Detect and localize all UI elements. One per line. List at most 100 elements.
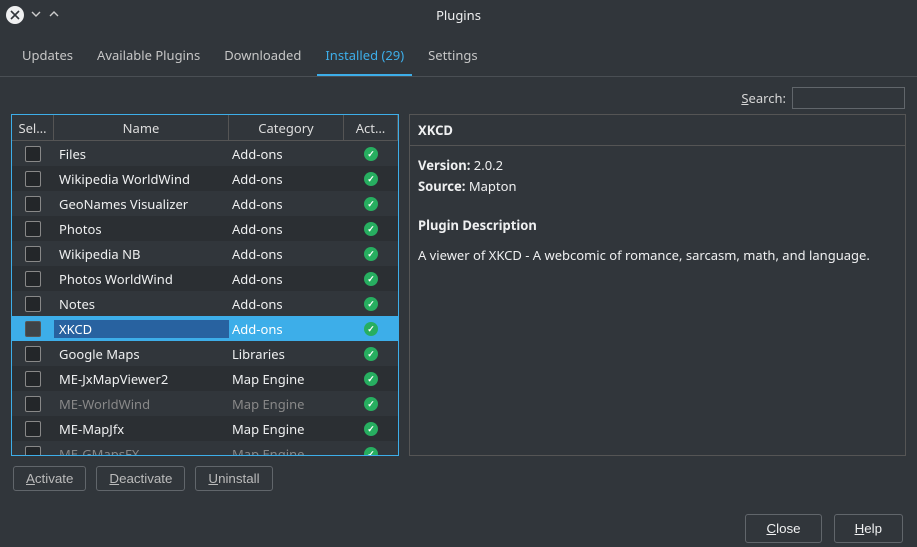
row-checkbox[interactable] (25, 196, 41, 212)
search-row: Search: (0, 77, 917, 114)
row-name: Notes (54, 295, 229, 313)
row-checkbox[interactable] (25, 446, 41, 456)
plugin-table: Sel… Name Category Act… FilesAdd-ons✓Wik… (11, 114, 399, 456)
row-name: Files (54, 145, 229, 163)
tab-downloaded[interactable]: Downloaded (216, 38, 309, 76)
window-close-icon[interactable] (6, 6, 24, 24)
active-status-icon: ✓ (364, 297, 378, 311)
active-status-icon: ✓ (364, 397, 378, 411)
row-name: Photos WorldWind (54, 270, 229, 288)
activate-button[interactable]: Activate (13, 466, 86, 491)
row-checkbox[interactable] (25, 171, 41, 187)
window-title: Plugins (0, 6, 917, 24)
version-value: 2.0.2 (474, 156, 503, 174)
row-name: ME-JxMapViewer2 (54, 370, 229, 388)
row-category: Add-ons (229, 320, 344, 338)
row-category: Add-ons (229, 295, 344, 313)
row-name: ME-MapJfx (54, 420, 229, 438)
table-row[interactable]: Photos WorldWindAdd-ons ✓ (12, 266, 398, 291)
col-category[interactable]: Category (229, 115, 344, 140)
row-category: Add-ons (229, 195, 344, 213)
table-row[interactable]: ME-WorldWindMap Engine ✓ (12, 391, 398, 416)
row-name: GeoNames Visualizer (54, 195, 229, 213)
row-category: Libraries (229, 345, 344, 363)
row-checkbox[interactable] (25, 296, 41, 312)
row-category: Add-ons (229, 220, 344, 238)
table-header: Sel… Name Category Act… (12, 115, 398, 141)
active-status-icon: ✓ (364, 147, 378, 161)
search-input[interactable] (792, 87, 905, 109)
active-status-icon: ✓ (364, 197, 378, 211)
table-row[interactable]: NotesAdd-ons ✓ (12, 291, 398, 316)
row-checkbox[interactable] (25, 246, 41, 262)
row-checkbox[interactable] (25, 421, 41, 437)
row-category: Map Engine (229, 370, 344, 388)
table-row[interactable]: Wikipedia WorldWindAdd-ons ✓ (12, 166, 398, 191)
chevron-up-icon[interactable] (48, 6, 60, 25)
deactivate-button[interactable]: Deactivate (96, 466, 185, 491)
active-status-icon: ✓ (364, 372, 378, 386)
row-category: Add-ons (229, 270, 344, 288)
row-checkbox[interactable] (25, 146, 41, 162)
titlebar: Plugins (0, 0, 917, 30)
table-row[interactable]: PhotosAdd-ons ✓ (12, 216, 398, 241)
tab-updates[interactable]: Updates (14, 38, 81, 76)
row-category: Map Engine (229, 420, 344, 438)
tabs: Updates Available Plugins Downloaded Ins… (0, 30, 917, 77)
row-name: Photos (54, 220, 229, 238)
table-row[interactable]: Wikipedia NBAdd-ons ✓ (12, 241, 398, 266)
active-status-icon: ✓ (364, 422, 378, 436)
row-category: Map Engine (229, 395, 344, 413)
row-name: Google Maps (54, 345, 229, 363)
active-status-icon: ✓ (364, 347, 378, 361)
table-body[interactable]: FilesAdd-ons✓Wikipedia WorldWindAdd-ons✓… (12, 141, 398, 455)
row-checkbox[interactable] (25, 396, 41, 412)
table-row[interactable]: FilesAdd-ons ✓ (12, 141, 398, 166)
row-checkbox[interactable] (25, 371, 41, 387)
tab-available[interactable]: Available Plugins (89, 38, 208, 76)
active-status-icon: ✓ (364, 447, 378, 456)
help-button[interactable]: Help (834, 514, 903, 543)
table-row[interactable]: ME-MapJfxMap Engine ✓ (12, 416, 398, 441)
chevron-down-icon[interactable] (30, 6, 42, 25)
col-select[interactable]: Sel… (12, 115, 54, 140)
col-name[interactable]: Name (54, 115, 229, 140)
source-value: Mapton (469, 177, 517, 195)
row-checkbox[interactable] (25, 346, 41, 362)
row-checkbox[interactable] (25, 271, 41, 287)
active-status-icon: ✓ (364, 172, 378, 186)
footer: Close Help (0, 506, 917, 543)
row-name: Wikipedia NB (54, 245, 229, 263)
row-name: XKCD (54, 320, 229, 338)
table-row[interactable]: ME-JxMapViewer2Map Engine ✓ (12, 366, 398, 391)
table-row[interactable]: GeoNames VisualizerAdd-ons ✓ (12, 191, 398, 216)
row-category: Map Engine (229, 445, 344, 456)
details-title: XKCD (410, 115, 905, 146)
row-category: Add-ons (229, 145, 344, 163)
uninstall-button[interactable]: Uninstall (195, 466, 272, 491)
row-name: ME-WorldWind (54, 395, 229, 413)
active-status-icon: ✓ (364, 222, 378, 236)
row-category: Add-ons (229, 170, 344, 188)
active-status-icon: ✓ (364, 272, 378, 286)
details-panel: XKCD Version: 2.0.2 Source: Mapton Plugi… (409, 114, 906, 456)
row-name: Wikipedia WorldWind (54, 170, 229, 188)
row-name: ME-GMapsFX (54, 445, 229, 456)
table-row[interactable]: ME-GMapsFXMap Engine ✓ (12, 441, 398, 455)
row-category: Add-ons (229, 245, 344, 263)
active-status-icon: ✓ (364, 247, 378, 261)
desc-heading: Plugin Description (418, 216, 897, 236)
close-button[interactable]: Close (745, 514, 821, 543)
tab-settings[interactable]: Settings (420, 38, 485, 76)
col-active[interactable]: Act… (344, 115, 398, 140)
table-row[interactable]: XKCDAdd-ons ✓ (12, 316, 398, 341)
tab-installed[interactable]: Installed (29) (317, 38, 412, 76)
search-label: Search: (741, 89, 786, 107)
source-label: Source: (418, 177, 465, 195)
active-status-icon: ✓ (364, 322, 378, 336)
row-checkbox[interactable] (25, 321, 41, 337)
row-checkbox[interactable] (25, 221, 41, 237)
desc-text: A viewer of XKCD - A webcomic of romance… (418, 246, 897, 266)
table-row[interactable]: Google MapsLibraries ✓ (12, 341, 398, 366)
action-buttons: Activate Deactivate Uninstall (0, 456, 917, 501)
